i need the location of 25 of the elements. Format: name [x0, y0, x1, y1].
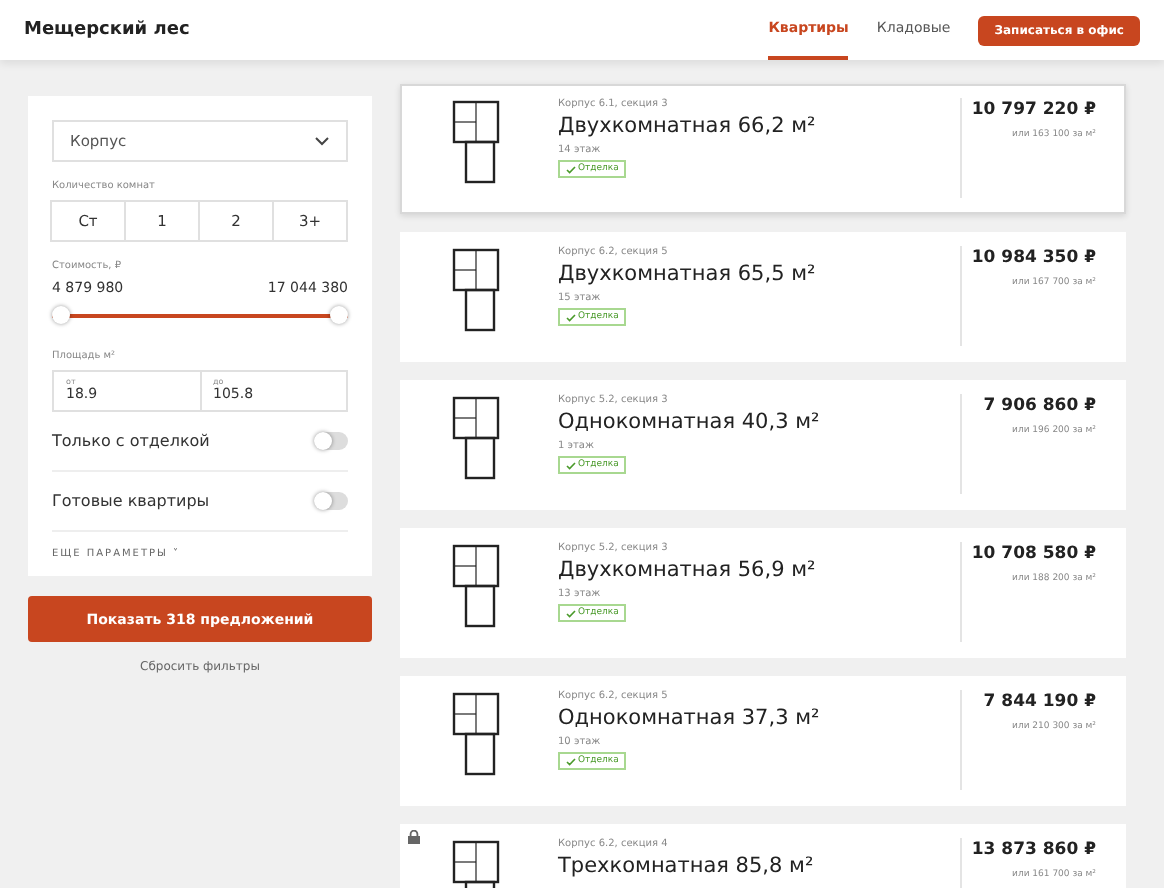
listing-title: Однокомнатная 37,3 м² — [558, 706, 820, 732]
check-icon — [566, 313, 576, 321]
chevron-icon — [314, 136, 330, 146]
listing-title: Трехкомнатная 85,8 м² — [558, 854, 814, 880]
listing-title: Двухкомнатная 65,5 м² — [558, 262, 816, 288]
toggle-switch[interactable] — [314, 432, 348, 450]
listing-title: Двухкомнатная 56,9 м² — [558, 558, 816, 584]
price-text: 10 984 350 ₽ — [971, 248, 1096, 268]
toggle-switch[interactable] — [314, 492, 348, 510]
slider-handle[interactable] — [52, 306, 70, 324]
price-text: 10 708 580 ₽ — [971, 544, 1096, 564]
toggle-label: Готовые квартиры — [52, 492, 210, 510]
slider-handle[interactable] — [330, 306, 348, 324]
check-icon — [566, 165, 576, 173]
price-text: 7 844 190 ₽ — [983, 692, 1096, 712]
toggle-label: Только с отделкой — [52, 432, 210, 450]
check-icon — [566, 609, 576, 617]
listing-title: Однокомнатная 40,3 м² — [558, 410, 820, 436]
check-icon — [566, 461, 576, 469]
listing-title: Двухкомнатная 66,2 м² — [558, 114, 816, 140]
site-title: Мещерский лес — [24, 20, 192, 40]
check-icon — [566, 757, 576, 765]
price-text: 10 797 220 ₽ — [971, 100, 1096, 120]
price-text: 13 873 860 ₽ — [971, 840, 1096, 860]
price-text: 7 906 860 ₽ — [983, 396, 1096, 416]
